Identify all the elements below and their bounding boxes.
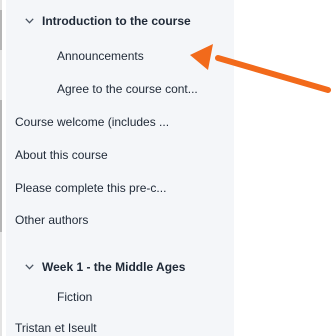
arrow-left-icon <box>190 44 331 93</box>
